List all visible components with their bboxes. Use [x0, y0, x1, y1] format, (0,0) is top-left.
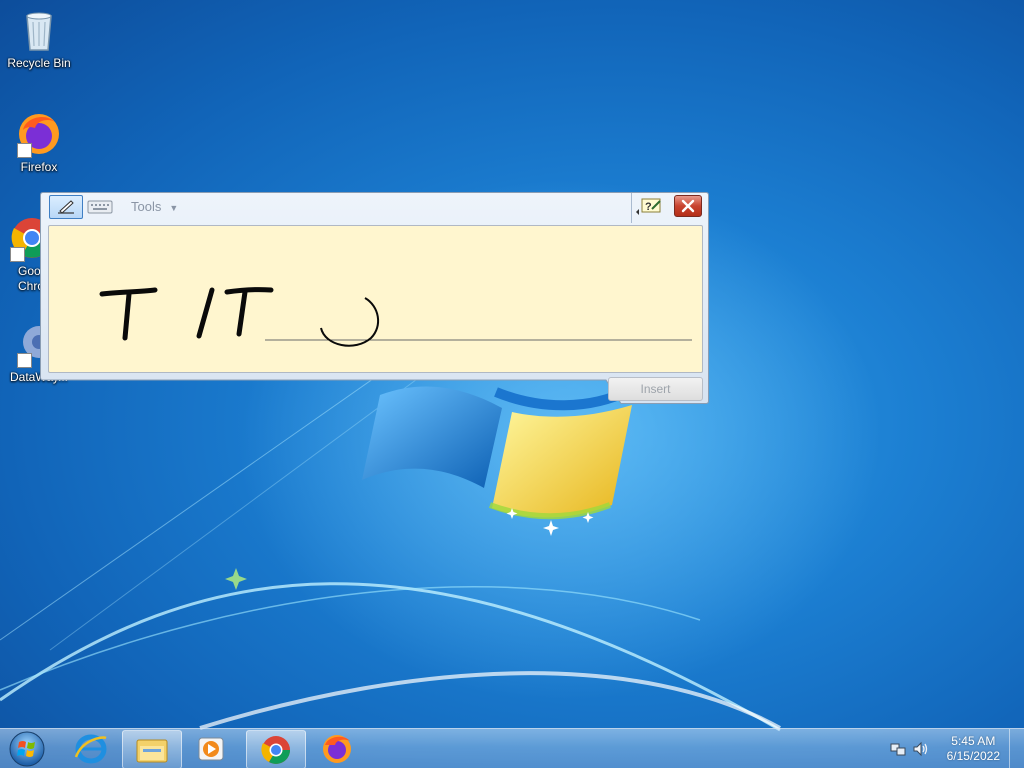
help-dock-button[interactable]: ?	[631, 193, 666, 223]
taskbar-firefox[interactable]	[308, 730, 366, 767]
media-player-icon	[198, 737, 224, 761]
network-icon[interactable]	[890, 741, 906, 762]
taskbar-media-player[interactable]	[182, 730, 240, 767]
windows-orb-icon	[9, 731, 45, 767]
writing-pad-mode-button[interactable]	[49, 195, 83, 219]
shortcut-arrow-icon	[17, 143, 32, 158]
tablet-input-panel: Tools ▼ ? Insert	[40, 192, 709, 404]
keyboard-icon	[87, 200, 113, 214]
handwriting-pad[interactable]	[48, 225, 703, 373]
svg-text:?: ?	[645, 201, 652, 213]
start-button[interactable]	[4, 730, 50, 768]
pen-icon	[58, 200, 74, 214]
taskbar-chrome[interactable]	[246, 730, 306, 768]
close-icon	[681, 199, 695, 213]
system-tray: 5:45 AM 6/15/2022	[874, 729, 1024, 768]
recycle-bin-icon	[15, 6, 63, 54]
desktop: Recycle Bin Firefox Goo Chro DataWay... …	[0, 0, 1024, 768]
clock[interactable]: 5:45 AM 6/15/2022	[947, 734, 1000, 764]
taskbar-internet-explorer[interactable]	[62, 730, 120, 767]
firefox-icon	[323, 735, 351, 763]
keyboard-mode-button[interactable]	[83, 195, 117, 219]
firefox-icon	[15, 110, 63, 158]
clock-time: 5:45 AM	[951, 734, 996, 748]
help-icon: ?	[636, 198, 661, 215]
clock-date: 6/15/2022	[946, 749, 1000, 763]
dropdown-arrow-icon: ▼	[169, 203, 179, 213]
shortcut-arrow-icon	[10, 247, 25, 262]
volume-icon[interactable]	[912, 741, 930, 762]
desktop-icon-recycle-bin[interactable]: Recycle Bin	[1, 6, 77, 71]
close-button[interactable]	[674, 195, 702, 217]
shortcut-arrow-icon	[17, 353, 32, 368]
tools-menu[interactable]: Tools ▼	[131, 199, 178, 215]
file-explorer-icon	[136, 739, 168, 763]
insert-button[interactable]: Insert	[608, 377, 703, 401]
handwriting-ink	[99, 287, 692, 347]
show-desktop-button[interactable]	[1009, 729, 1024, 768]
desktop-icon-label: Firefox	[20, 160, 58, 174]
desktop-icon-firefox[interactable]: Firefox	[1, 110, 77, 175]
chrome-icon	[261, 736, 290, 764]
desktop-icon-label: Recycle Bin	[7, 56, 71, 70]
taskbar-file-explorer[interactable]	[122, 730, 182, 768]
tools-menu-label: Tools	[131, 199, 162, 214]
internet-explorer-icon	[74, 734, 107, 764]
taskbar: 5:45 AM 6/15/2022	[0, 728, 1024, 768]
